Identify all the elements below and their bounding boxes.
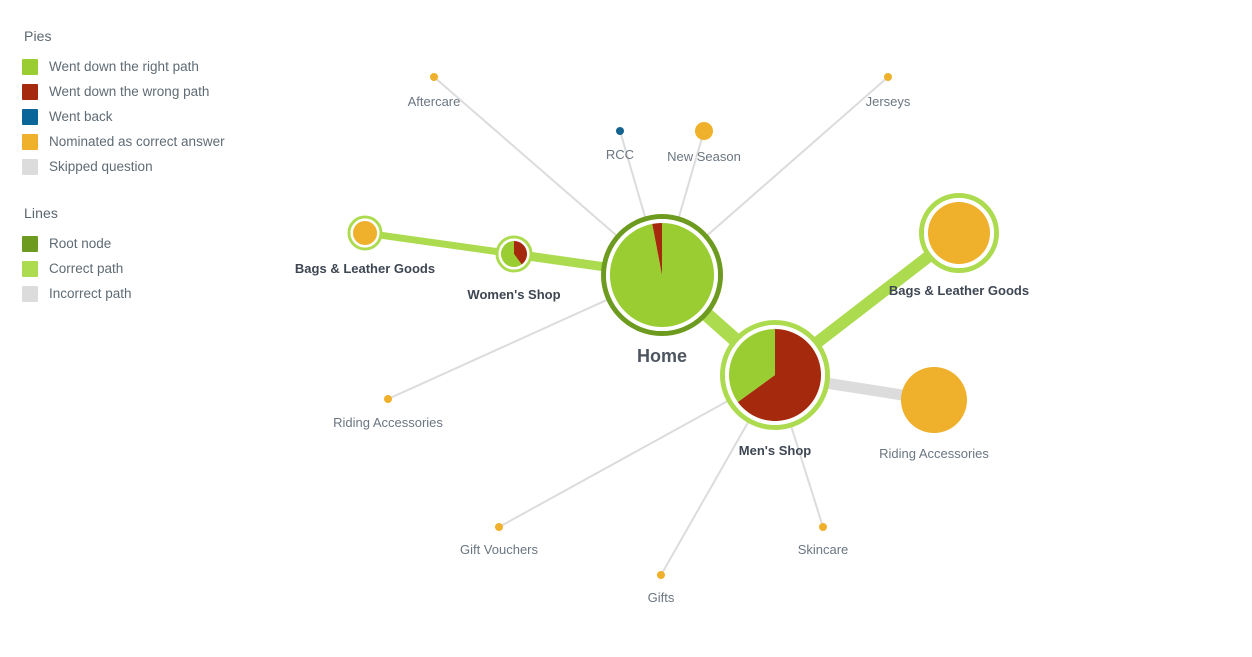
node-label-bags-left: Bags & Leather Goods	[295, 261, 435, 276]
node-label-bags-right: Bags & Leather Goods	[889, 283, 1029, 298]
pie-slice-nominated	[928, 202, 990, 264]
pie-slice-nominated	[819, 523, 827, 531]
node-label-womens-shop: Women's Shop	[467, 287, 560, 302]
node-riding-accessories-right[interactable]	[901, 367, 967, 433]
node-skincare[interactable]	[819, 523, 827, 531]
node-label-mens-shop: Men's Shop	[739, 443, 811, 458]
node-label-riding-accessories-right: Riding Accessories	[879, 446, 989, 461]
node-label-skincare: Skincare	[798, 542, 849, 557]
node-label-gifts: Gifts	[648, 590, 675, 605]
node-home[interactable]	[601, 214, 723, 336]
pie-slice-nominated	[353, 221, 377, 245]
node-rcc[interactable]	[616, 127, 624, 135]
node-aftercare[interactable]	[430, 73, 438, 81]
node-label-gift-vouchers: Gift Vouchers	[460, 542, 539, 557]
node-label-riding-accessories-left: Riding Accessories	[333, 415, 443, 430]
node-label-new-season: New Season	[667, 149, 741, 164]
node-gift-vouchers[interactable]	[495, 523, 503, 531]
node-riding-accessories-left[interactable]	[384, 395, 392, 403]
node-bags-right[interactable]	[919, 193, 999, 273]
node-label-rcc: RCC	[606, 147, 634, 162]
pie-slice-nominated	[495, 523, 503, 531]
edge-womens-shop-to-bags-left	[364, 229, 515, 258]
node-new-season[interactable]	[695, 122, 713, 140]
node-label-aftercare: Aftercare	[408, 94, 461, 109]
node-gifts[interactable]	[657, 571, 665, 579]
pie-slice-nominated	[901, 367, 967, 433]
pie-slice-nominated	[384, 395, 392, 403]
node-jerseys[interactable]	[884, 73, 892, 81]
node-mens-shop[interactable]	[720, 320, 830, 430]
pie-slice-nominated	[695, 122, 713, 140]
node-womens-shop[interactable]	[495, 235, 533, 273]
node-label-home: Home	[637, 346, 687, 366]
label-layer: Home Men's Shop Women's Shop Bags & Leather…	[295, 94, 1029, 605]
node-label-jerseys: Jerseys	[866, 94, 911, 109]
pie-slice-nominated	[430, 73, 438, 81]
node-bags-left[interactable]	[347, 215, 383, 251]
network-pie-chart: Home Men's Shop Women's Shop Bags & Leather…	[295, 73, 1029, 605]
pie-slice-nominated	[657, 571, 665, 579]
pie-slice-went_back	[616, 127, 624, 135]
pie-slice-nominated	[884, 73, 892, 81]
